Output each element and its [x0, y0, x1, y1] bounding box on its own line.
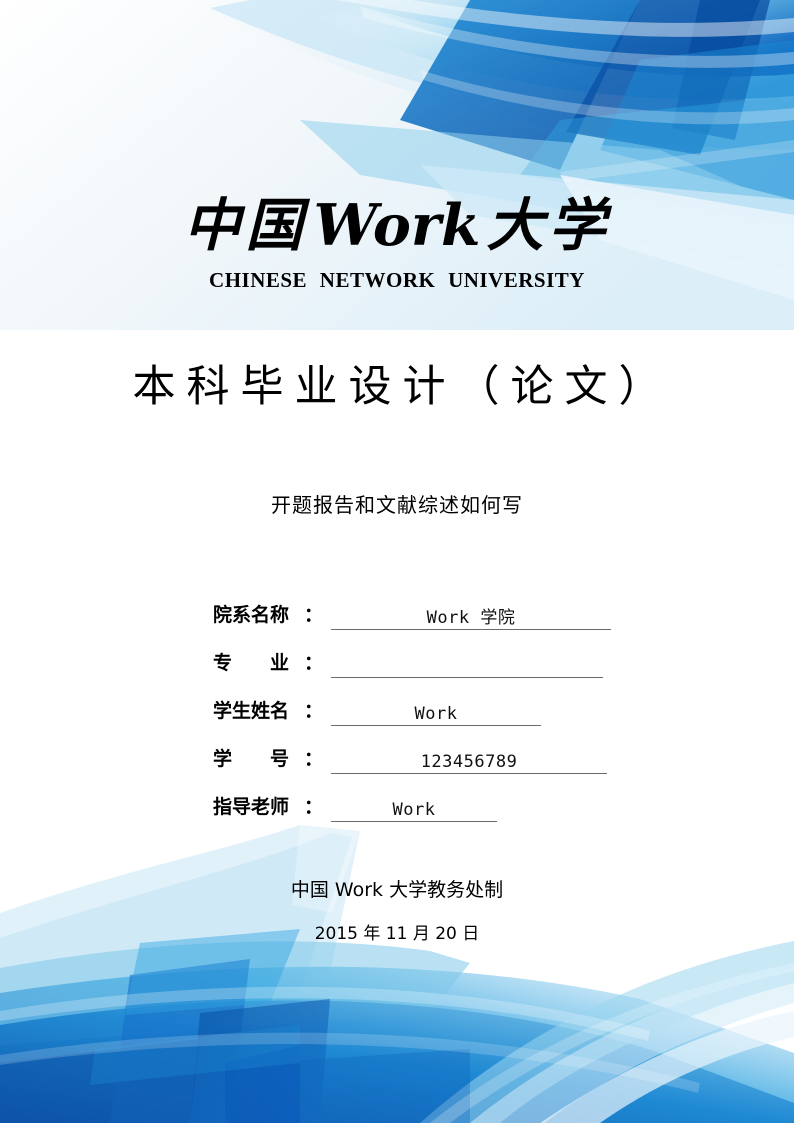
label-student-name-text: 学生姓名	[213, 700, 290, 722]
label-advisor: 指导老师 ：	[213, 792, 323, 822]
value-department: Work 学院	[426, 608, 516, 628]
university-name-english: CHINESE NETWORK UNIVERSITY	[209, 267, 585, 292]
label-major: 专 业 ：	[213, 648, 323, 678]
label-department-text: 院系名称	[213, 604, 290, 626]
label-student-id-text: 学 号	[213, 748, 290, 770]
value-student-name: Work	[414, 704, 458, 724]
field-advisor[interactable]: Work	[331, 795, 497, 822]
label-advisor-text: 指导老师	[213, 796, 290, 818]
university-logo-chinese: 中国 Work 大学	[0, 196, 794, 256]
form-row-department: 院系名称 ： Work 学院	[213, 582, 633, 630]
label-department: 院系名称 ：	[213, 600, 323, 630]
value-advisor: Work	[392, 800, 436, 820]
form-row-student-id: 学 号 ： 123456789	[213, 726, 633, 774]
cover-info-form: 院系名称 ： Work 学院 专 业 ： 学生姓名 ： Work 学 号 ： 1…	[213, 582, 633, 822]
field-student-id[interactable]: 123456789	[331, 747, 607, 774]
thesis-cover-page: 中国 Work 大学 CHINESE NETWORK UNIVERSITY 本科毕业…	[0, 0, 794, 1123]
document-subtitle: 开题报告和文献综述如何写	[271, 493, 523, 517]
label-major-colon: ：	[303, 652, 323, 674]
label-department-colon: ：	[303, 604, 323, 626]
field-student-name[interactable]: Work	[331, 699, 541, 726]
label-student-name-colon: ：	[303, 700, 323, 722]
logo-prefix: 中国	[183, 192, 308, 259]
value-student-id: 123456789	[420, 752, 518, 772]
footer-organization: 中国 Work 大学教务处制	[290, 879, 504, 901]
label-major-text: 专 业	[213, 652, 290, 674]
logo-suffix: 大学	[486, 192, 611, 259]
logo-latin: Work	[313, 192, 481, 259]
field-department[interactable]: Work 学院	[331, 603, 611, 630]
form-row-advisor: 指导老师 ： Work	[213, 774, 633, 822]
document-type-title: 本科毕业设计（论文）	[132, 362, 673, 412]
label-advisor-colon: ：	[303, 796, 323, 818]
label-student-id-colon: ：	[303, 748, 323, 770]
label-student-id: 学 号 ：	[213, 744, 323, 774]
form-row-student-name: 学生姓名 ： Work	[213, 678, 633, 726]
form-row-major: 专 业 ：	[213, 630, 633, 678]
university-logo: 中国 Work 大学 CHINESE NETWORK UNIVERSITY	[0, 196, 794, 293]
cover-footer: 中国 Work 大学教务处制 2015 年 11 月 20 日	[0, 875, 794, 944]
field-major[interactable]	[331, 651, 603, 678]
label-student-name: 学生姓名 ：	[213, 696, 323, 726]
footer-date: 2015 年 11 月 20 日	[314, 924, 480, 944]
